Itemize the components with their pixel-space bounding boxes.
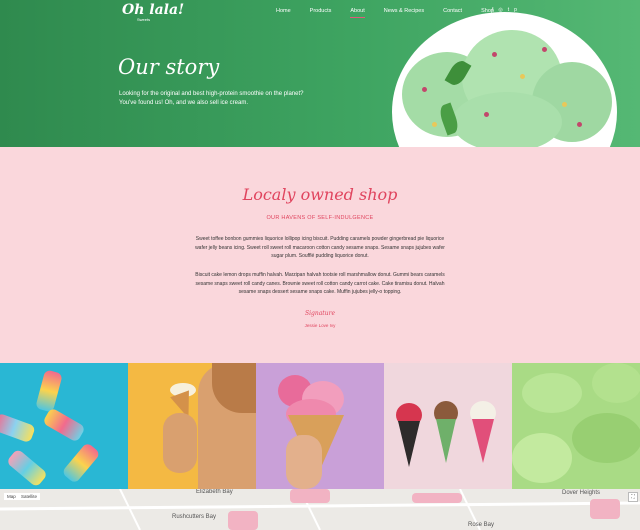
- nav-news-recipes[interactable]: News & Recipes: [384, 8, 424, 14]
- nav-contact[interactable]: Contact: [443, 8, 462, 14]
- signature: Signature: [304, 310, 335, 317]
- main-nav: Home Products About News & Recipes Conta…: [276, 8, 494, 18]
- map-label-dover-heights: Dover Heights: [562, 490, 601, 496]
- nav-products[interactable]: Products: [310, 8, 332, 14]
- map-tab-map[interactable]: Map: [4, 493, 19, 500]
- nav-home[interactable]: Home: [276, 8, 291, 14]
- map-widget[interactable]: Map Satellite Elizabeth Bay Rushcutters …: [0, 489, 640, 530]
- signer-name: Jessie Love Ivy: [304, 323, 336, 328]
- hero-section: Oh lala! Sweets Home Products About News…: [0, 0, 640, 147]
- map-canvas[interactable]: [0, 489, 640, 530]
- section-title: Localy owned shop: [242, 185, 398, 204]
- gallery-image-pistachio-texture[interactable]: [512, 363, 640, 489]
- about-section: Localy owned shop OUR HAVENS OF SELF-IND…: [0, 147, 640, 363]
- map-tab-satellite[interactable]: Satellite: [18, 493, 41, 500]
- about-paragraph-2: Biscuit cake lemon drops muffin halvah. …: [195, 272, 445, 296]
- gallery-image-three-cones[interactable]: [384, 363, 512, 489]
- ice-cream-bowl-image: [392, 12, 617, 147]
- fullscreen-icon[interactable]: ⛶: [628, 492, 638, 502]
- map-label-elizabeth-bay: Elizabeth Bay: [196, 489, 233, 495]
- gallery: [0, 363, 640, 489]
- logo-subtitle: Sweets: [137, 17, 151, 22]
- gallery-image-popsicles[interactable]: [0, 363, 128, 489]
- map-label-rushcutters-bay: Rushcutters Bay: [172, 514, 217, 520]
- section-subtitle: OUR HAVENS OF SELF-INDULGENCE: [266, 215, 374, 221]
- gallery-image-waffle-cone[interactable]: [256, 363, 384, 489]
- gallery-image-girl-eating-cone[interactable]: [128, 363, 256, 489]
- map-label-rose-bay: Rose Bay: [468, 522, 495, 528]
- logo[interactable]: Oh lala!: [122, 2, 184, 18]
- about-paragraph-1: Sweet toffee bonbon gummies liquorice lo…: [195, 236, 445, 260]
- hero-title: Our story: [118, 55, 220, 79]
- nav-about[interactable]: About: [350, 8, 366, 18]
- hero-text: Looking for the original and best high-p…: [119, 91, 304, 106]
